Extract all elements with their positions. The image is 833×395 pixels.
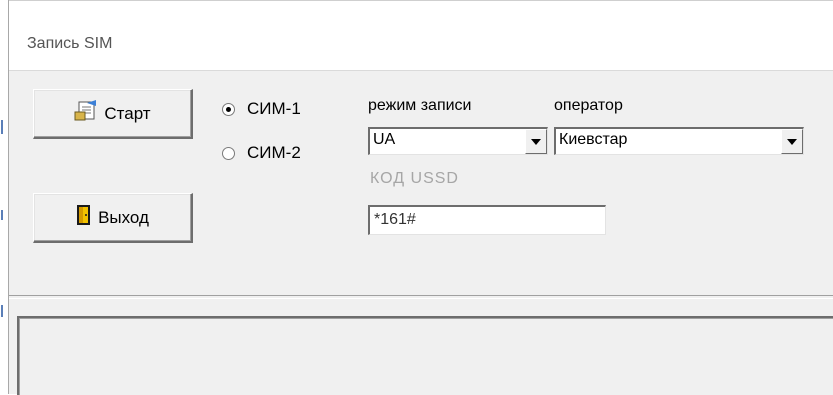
start-button[interactable]: Старт: [33, 89, 193, 139]
exit-button[interactable]: Выход: [33, 193, 193, 243]
radio-sim-2[interactable]: СИМ-2: [222, 143, 301, 163]
chevron-down-icon[interactable]: [781, 129, 803, 154]
radio-sim-2-label: СИМ-2: [247, 143, 301, 162]
window-client-area: Старт Выход СИМ-1 СИМ-2 режим записи UA …: [9, 70, 833, 395]
ussd-code-input[interactable]: *161#: [368, 205, 606, 235]
start-icon: [74, 100, 98, 127]
exit-button-label: Выход: [98, 207, 149, 227]
title-bar[interactable]: Запись SIM: [9, 0, 833, 70]
edge-mark: [1, 120, 3, 134]
operator-label: оператор: [554, 97, 623, 114]
left-edge-strip: [0, 0, 8, 394]
window-title: Запись SIM: [27, 35, 113, 52]
radio-sim-1[interactable]: СИМ-1: [222, 99, 301, 119]
chevron-down-icon[interactable]: [525, 129, 547, 154]
record-mode-select[interactable]: UA: [368, 127, 548, 155]
edge-mark: [1, 210, 3, 220]
ussd-code-value: *161#: [374, 211, 416, 228]
record-mode-label: режим записи: [368, 97, 472, 114]
radio-sim-2-dot[interactable]: [222, 146, 235, 160]
ussd-code-label: КОД USSD: [370, 170, 459, 187]
operator-select[interactable]: Киевстар: [554, 127, 804, 155]
record-mode-value: UA: [373, 131, 396, 148]
operator-value: Киевстар: [559, 131, 628, 148]
log-panel: [17, 316, 833, 395]
radio-sim-1-dot[interactable]: [222, 102, 235, 116]
exit-door-icon: [76, 204, 92, 231]
edge-mark: [1, 305, 3, 317]
radio-sim-1-label: СИМ-1: [247, 99, 301, 118]
start-button-label: Старт: [104, 103, 151, 123]
sim-write-window: Запись SIM Старт Выход СИМ-1 СИМ-2 режим…: [8, 0, 833, 395]
panel-separator: [9, 295, 833, 299]
